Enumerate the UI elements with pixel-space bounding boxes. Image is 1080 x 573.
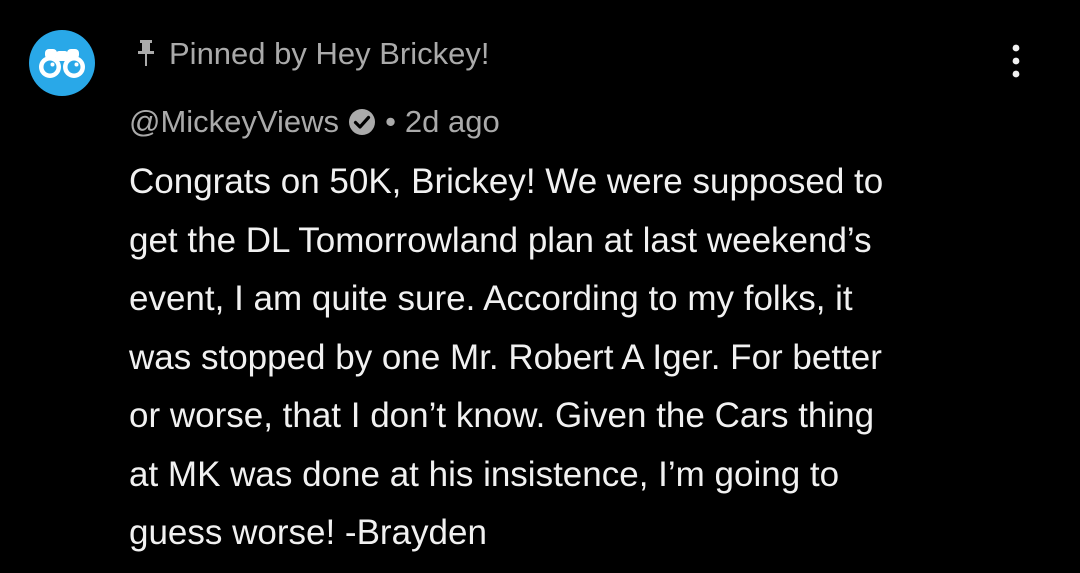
- comment-line: was stopped by one Mr. Robert A Iger. Fo…: [129, 337, 882, 377]
- comment-line: or worse, that I don’t know. Given the C…: [129, 396, 875, 435]
- pinned-indicator: Pinned by Hey Brickey!: [135, 30, 489, 78]
- pinned-label: Pinned by Hey Brickey!: [169, 36, 490, 71]
- pin-icon: [135, 39, 157, 69]
- comment-header: @MickeyViews • 2d ago: [129, 100, 500, 144]
- comment-line: guess worse! -Brayden: [129, 513, 487, 552]
- binoculars-icon: [39, 49, 85, 78]
- author-handle[interactable]: @MickeyViews: [129, 104, 339, 140]
- comment-line: event, I am quite sure. According to my …: [129, 279, 853, 318]
- verified-check-icon: [348, 108, 376, 136]
- comment-line: Congrats on 50K, Brickey! We were suppos…: [129, 162, 884, 201]
- comment-text: Congrats on 50K, Brickey! We were suppos…: [129, 153, 1029, 563]
- author-avatar[interactable]: [29, 30, 95, 96]
- comment-menu-button[interactable]: [995, 40, 1037, 82]
- comment-line: at MK was done at his insistence, I’m go…: [129, 454, 840, 494]
- meta-separator: •: [385, 104, 396, 139]
- comment-line: get the DL Tomorrowland plan at last wee…: [129, 220, 872, 260]
- more-vertical-icon: [1012, 44, 1020, 78]
- comment-timestamp[interactable]: 2d ago: [405, 104, 500, 140]
